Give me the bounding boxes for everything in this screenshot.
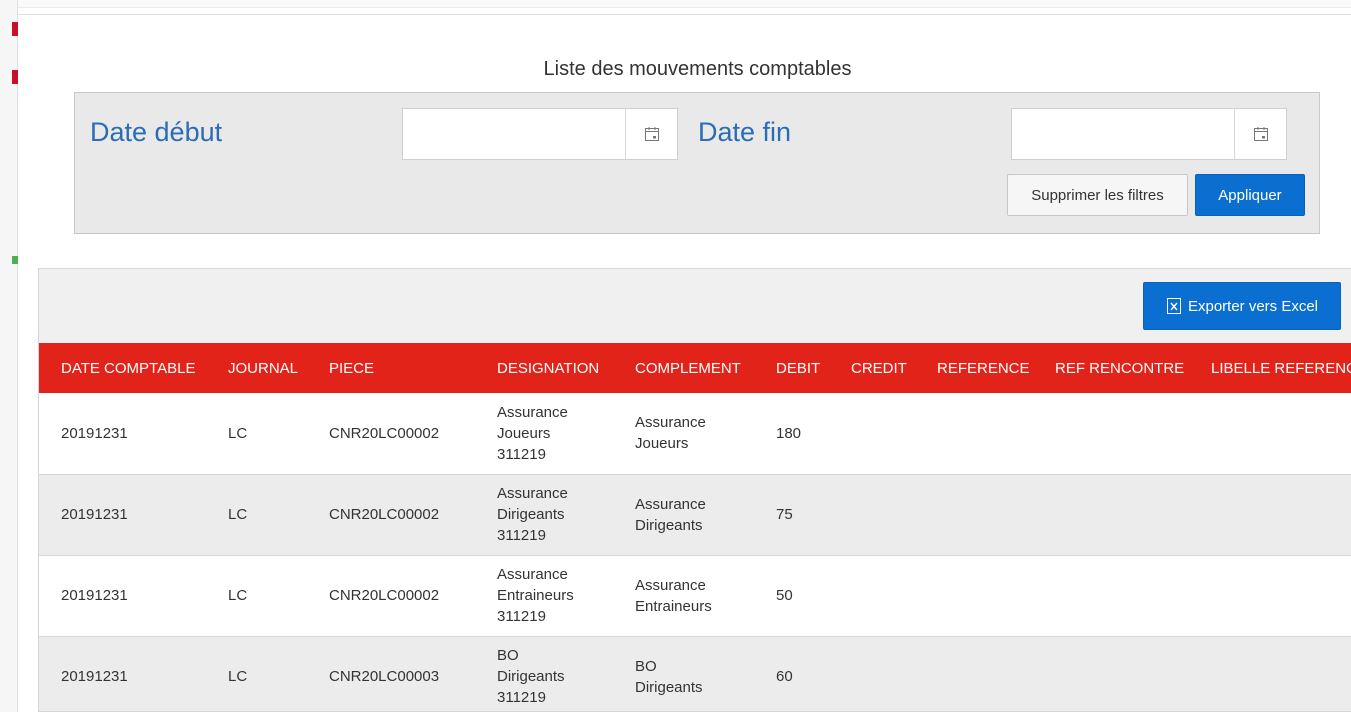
cell-designation: Assurance Entraineurs 311219 bbox=[475, 555, 613, 637]
cell-debit: 75 bbox=[754, 474, 829, 556]
clear-filters-button[interactable]: Supprimer les filtres bbox=[1007, 174, 1188, 216]
column-header[interactable]: DATE COMPTABLE bbox=[39, 343, 206, 393]
column-header[interactable]: JOURNAL bbox=[206, 343, 307, 393]
edge-mark bbox=[12, 22, 18, 36]
column-header[interactable]: DESIGNATION bbox=[475, 343, 613, 393]
date-end-label: Date fin bbox=[698, 117, 792, 147]
cell-libelle-reference bbox=[1189, 555, 1351, 637]
cell-journal: LC bbox=[206, 474, 307, 556]
excel-icon bbox=[1166, 298, 1181, 314]
export-label: Exporter vers Excel bbox=[1187, 297, 1319, 315]
filter-panel: Date début Date fin Supprimer les filtre… bbox=[74, 92, 1320, 234]
cell-libelle-reference bbox=[1189, 474, 1351, 556]
cell-piece: CNR20LC00002 bbox=[307, 393, 475, 475]
column-header[interactable]: DEBIT bbox=[754, 343, 829, 393]
cell-complement: Assurance Entraineurs bbox=[613, 555, 754, 637]
date-start-picker bbox=[402, 108, 678, 160]
calendar-icon[interactable] bbox=[1234, 109, 1286, 159]
divider bbox=[18, 14, 1351, 15]
background-window-edge bbox=[0, 0, 18, 712]
column-header[interactable]: PIECE bbox=[307, 343, 475, 393]
cell-date: 20191231 bbox=[39, 555, 206, 637]
apply-button[interactable]: Appliquer bbox=[1195, 174, 1305, 216]
cell-reference bbox=[915, 393, 1033, 475]
cell-journal: LC bbox=[206, 636, 307, 711]
cell-date: 20191231 bbox=[39, 393, 206, 475]
cell-complement: Assurance Joueurs bbox=[613, 393, 754, 475]
cell-credit bbox=[829, 555, 915, 637]
column-header[interactable]: REFERENCE bbox=[915, 343, 1033, 393]
column-header[interactable]: COMPLEMENT bbox=[613, 343, 754, 393]
movements-grid: Exporter vers Excel DATE COMPTABLE JOURN… bbox=[38, 268, 1351, 712]
cell-complement: Assurance Dirigeants bbox=[613, 474, 754, 556]
cell-piece: CNR20LC00002 bbox=[307, 474, 475, 556]
cell-credit bbox=[829, 393, 915, 475]
cell-ref-rencontre bbox=[1033, 636, 1189, 711]
cell-reference bbox=[915, 636, 1033, 711]
column-header[interactable]: REF RENCONTRE bbox=[1033, 343, 1189, 393]
date-end-picker bbox=[1011, 108, 1287, 160]
cell-piece: CNR20LC00003 bbox=[307, 636, 475, 711]
table-header-row: DATE COMPTABLE JOURNAL PIECE DESIGNATION… bbox=[39, 343, 1351, 393]
cell-date: 20191231 bbox=[39, 474, 206, 556]
edge-mark bbox=[12, 256, 18, 264]
cell-date: 20191231 bbox=[39, 636, 206, 711]
cell-credit bbox=[829, 474, 915, 556]
cell-reference bbox=[915, 474, 1033, 556]
cell-designation: Assurance Joueurs 311219 bbox=[475, 393, 613, 475]
table-row[interactable]: 20191231 LC CNR20LC00002 Assurance Dirige… bbox=[39, 474, 1351, 556]
cell-debit: 180 bbox=[754, 393, 829, 475]
table-row[interactable]: 20191231 LC CNR20LC00003 BO Dirigeants 311… bbox=[39, 636, 1351, 711]
date-start-label: Date début bbox=[90, 117, 223, 147]
date-start-input[interactable] bbox=[403, 109, 625, 159]
cell-debit: 50 bbox=[754, 555, 829, 637]
cell-libelle-reference bbox=[1189, 636, 1351, 711]
cell-journal: LC bbox=[206, 393, 307, 475]
export-excel-button[interactable]: Exporter vers Excel bbox=[1143, 282, 1341, 330]
cell-complement: BO Dirigeants bbox=[613, 636, 754, 711]
cell-credit bbox=[829, 636, 915, 711]
cell-journal: LC bbox=[206, 555, 307, 637]
column-header[interactable]: LIBELLE REFERENCE bbox=[1189, 343, 1351, 393]
cell-ref-rencontre bbox=[1033, 393, 1189, 475]
cell-designation: Assurance Dirigeants 311219 bbox=[475, 474, 613, 556]
movements-table: DATE COMPTABLE JOURNAL PIECE DESIGNATION… bbox=[39, 343, 1351, 711]
cell-piece: CNR20LC00002 bbox=[307, 555, 475, 637]
cell-libelle-reference bbox=[1189, 393, 1351, 475]
cell-ref-rencontre bbox=[1033, 474, 1189, 556]
table-row[interactable]: 20191231 LC CNR20LC00002 Assurance Joueur… bbox=[39, 393, 1351, 475]
cell-ref-rencontre bbox=[1033, 555, 1189, 637]
cell-designation: BO Dirigeants 311219 bbox=[475, 636, 613, 711]
calendar-icon[interactable] bbox=[625, 109, 677, 159]
window-top-strip bbox=[0, 0, 1351, 8]
cell-debit: 60 bbox=[754, 636, 829, 711]
column-header[interactable]: CREDIT bbox=[829, 343, 915, 393]
cell-reference bbox=[915, 555, 1033, 637]
date-end-input[interactable] bbox=[1012, 109, 1234, 159]
table-row[interactable]: 20191231 LC CNR20LC00002 Assurance Entrai… bbox=[39, 555, 1351, 637]
page-title: Liste des mouvements comptables bbox=[543, 58, 852, 80]
